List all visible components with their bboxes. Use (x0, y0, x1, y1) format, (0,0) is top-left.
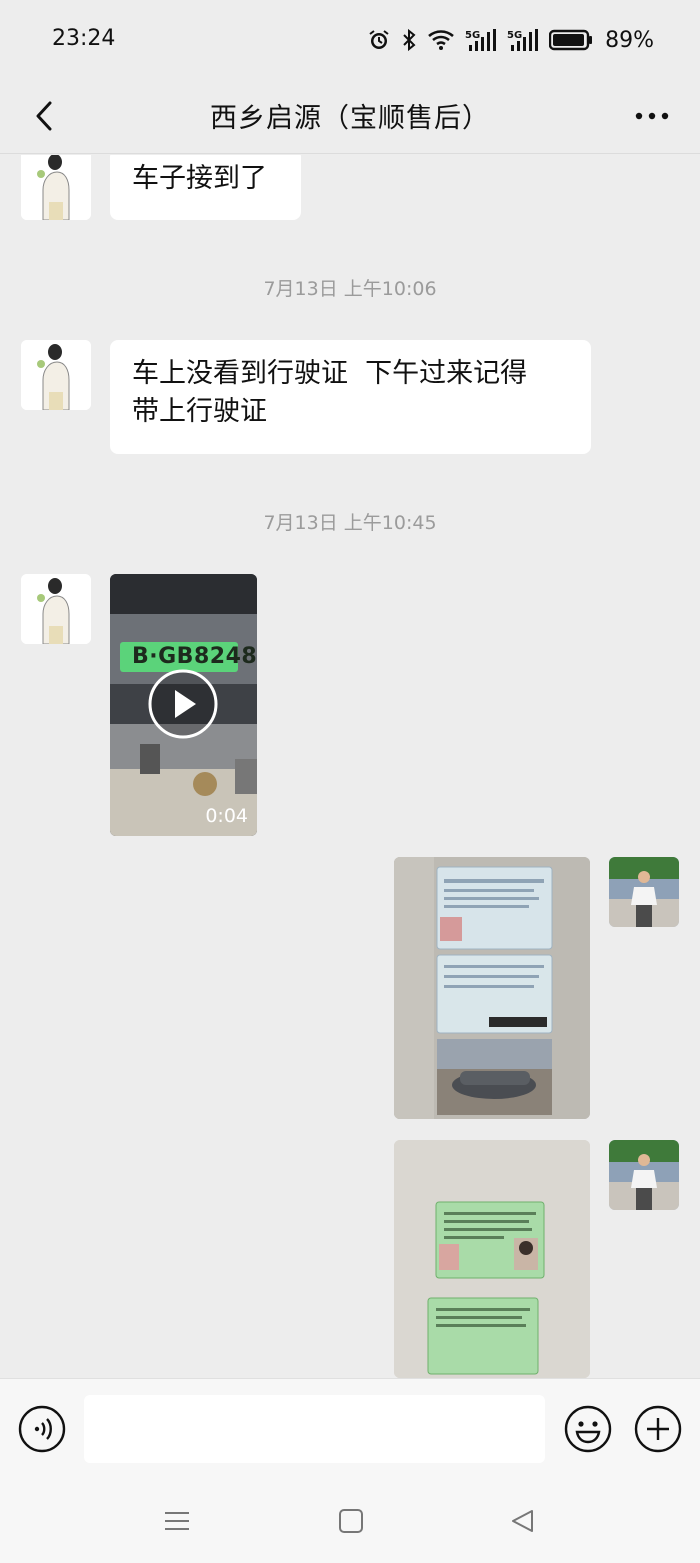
video-duration: 0:04 (205, 805, 248, 827)
bluetooth-icon (403, 28, 416, 52)
menu-icon (165, 1512, 189, 1530)
plus-icon (634, 1405, 682, 1453)
status-time: 23:24 (52, 26, 116, 51)
image-message[interactable] (394, 857, 590, 1119)
voice-button[interactable] (18, 1405, 66, 1453)
chat-title: 西乡启源（宝顺售后） (210, 103, 490, 134)
system-back-button[interactable] (508, 1506, 538, 1536)
license-plate-text: B·GB8248 (132, 644, 257, 669)
status-icons: 5G 5G 89% (367, 24, 654, 56)
message-timestamp: 7月13日 上午10:45 (263, 512, 437, 534)
voice-icon (18, 1405, 66, 1453)
more-icon (635, 112, 669, 120)
input-bar (0, 1378, 700, 1478)
my-avatar[interactable] (609, 857, 679, 927)
my-avatar[interactable] (609, 1140, 679, 1210)
chat-messages[interactable]: 车子接到了 7月13日 上午10:06 车上没看到行驶证 下午过来记得 带上行驶… (0, 155, 700, 1378)
more-functions-button[interactable] (634, 1405, 682, 1453)
signal-5g-icon: 5G (465, 29, 497, 51)
chat-header: 西乡启源（宝顺售后） (0, 80, 700, 154)
recents-button[interactable] (162, 1506, 192, 1536)
photo-icon (394, 857, 590, 1119)
photo-icon (394, 1140, 590, 1378)
message-bubble[interactable]: 车上没看到行驶证 下午过来记得 带上行驶证 (110, 340, 591, 454)
home-button[interactable] (336, 1506, 366, 1536)
contact-avatar[interactable] (21, 574, 91, 644)
emoji-icon (564, 1405, 612, 1453)
message-text-line: 带上行驶证 (132, 396, 267, 427)
message-text-line: 车上没看到行驶证 下午过来记得 (132, 358, 528, 389)
message-input[interactable] (84, 1395, 545, 1463)
battery-percent: 89% (605, 27, 654, 53)
wifi-icon (428, 30, 454, 50)
back-triangle-icon (512, 1510, 533, 1532)
svg-text:5G: 5G (465, 30, 480, 41)
contact-avatar[interactable] (21, 155, 91, 220)
play-icon[interactable] (148, 669, 218, 739)
home-square-icon (339, 1509, 363, 1533)
battery-icon (549, 29, 593, 51)
emoji-button[interactable] (564, 1405, 612, 1453)
image-message[interactable] (394, 1140, 590, 1378)
contact-avatar[interactable] (21, 340, 91, 410)
message-text: 车子接到了 (132, 163, 267, 194)
more-button[interactable] (630, 96, 674, 136)
signal-5g-icon: 5G (507, 29, 539, 51)
message-bubble[interactable]: 车子接到了 (110, 155, 301, 220)
system-navigation-bar (0, 1478, 700, 1563)
alarm-icon (369, 30, 389, 49)
svg-text:5G: 5G (507, 30, 522, 41)
message-timestamp: 7月13日 上午10:06 (263, 278, 437, 300)
video-message[interactable]: B·GB8248 0:04 (110, 574, 257, 836)
status-bar: 23:24 5G 5G 89% (0, 0, 700, 80)
